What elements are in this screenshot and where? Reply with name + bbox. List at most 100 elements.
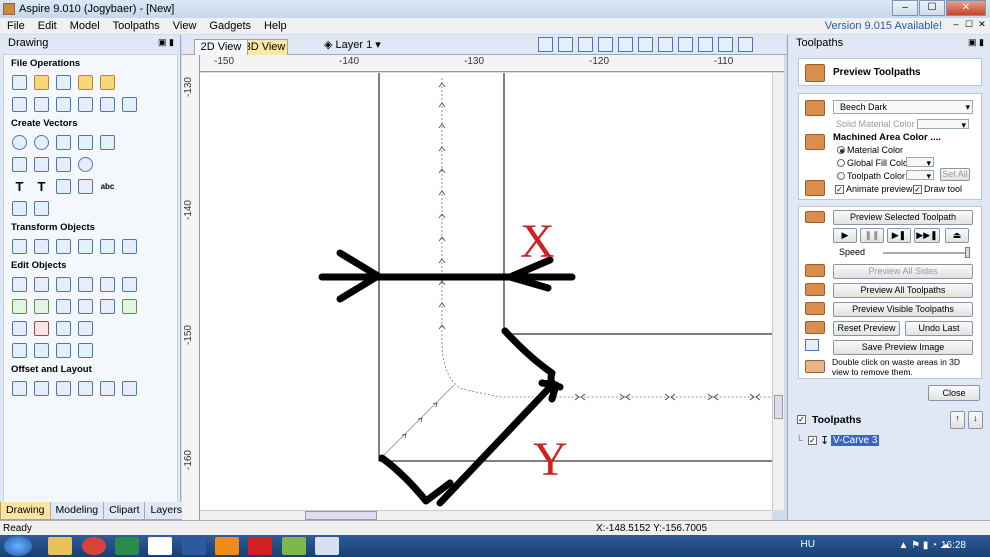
- center-icon[interactable]: [122, 238, 137, 254]
- star-icon[interactable]: [100, 134, 115, 150]
- save-preview-image-button[interactable]: Save Preview Image: [833, 340, 973, 355]
- draw-tool-checkbox[interactable]: ✓: [913, 185, 922, 194]
- horizontal-scrollbar[interactable]: [200, 510, 772, 520]
- copy-icon[interactable]: [56, 96, 71, 112]
- menu-file[interactable]: File: [0, 20, 31, 32]
- close-button[interactable]: ✕: [946, 0, 986, 16]
- ellipse-icon[interactable]: [34, 134, 49, 150]
- move-up-icon[interactable]: ↑: [950, 411, 965, 429]
- interactive-transform-icon[interactable]: [78, 276, 93, 292]
- menu-help[interactable]: Help: [257, 20, 293, 32]
- text-on-curve-icon[interactable]: T: [34, 179, 49, 194]
- delete-icon[interactable]: [100, 276, 115, 292]
- play-button[interactable]: ▶: [833, 228, 857, 243]
- preview-selected-toolpath-button[interactable]: Preview Selected Toolpath: [833, 210, 973, 225]
- curve-fit-icon[interactable]: [78, 320, 93, 336]
- save-icon[interactable]: [182, 537, 206, 555]
- fillet-icon[interactable]: [12, 320, 27, 336]
- weld-icon[interactable]: [12, 298, 27, 314]
- grid-snap-icon[interactable]: [558, 37, 573, 52]
- material-select[interactable]: Beech Dark: [833, 100, 973, 114]
- global-fill-color-select[interactable]: [906, 157, 934, 169]
- tab-2d-view[interactable]: 2D View: [194, 39, 248, 55]
- app-icon-green[interactable]: [115, 537, 139, 555]
- curve-icon[interactable]: [56, 156, 71, 172]
- skip-to-end-button[interactable]: ▶▶❚: [914, 228, 940, 243]
- aspire-taskbar-icon[interactable]: [315, 537, 339, 555]
- close-preview-button[interactable]: Close: [928, 385, 980, 401]
- paste-icon[interactable]: [78, 96, 93, 112]
- toolpath-color-radio[interactable]: [837, 172, 845, 180]
- undo-last-button[interactable]: Undo Last: [905, 321, 973, 336]
- zoom-out-icon[interactable]: [658, 37, 673, 52]
- draw-tool-icon[interactable]: [122, 276, 137, 292]
- menu-model[interactable]: Model: [63, 20, 106, 32]
- array-copy-icon[interactable]: [34, 380, 49, 396]
- cut-icon[interactable]: [34, 96, 49, 112]
- vertical-scrollbar[interactable]: [772, 73, 784, 510]
- pin-icon[interactable]: ▣ ▮: [968, 37, 984, 48]
- menu-edit[interactable]: Edit: [31, 20, 63, 32]
- tab-clipart[interactable]: Clipart: [103, 502, 146, 520]
- chrome-icon[interactable]: [82, 537, 106, 555]
- green-app-icon[interactable]: [282, 537, 306, 555]
- import-vectors-icon[interactable]: [78, 74, 93, 90]
- preview-all-sides-button[interactable]: Preview All Sides: [833, 264, 973, 279]
- mdi-close-button[interactable]: ✕: [976, 19, 988, 31]
- preview-all-toolpaths-button[interactable]: Preview All Toolpaths: [833, 283, 973, 298]
- set-all-button[interactable]: Set All: [940, 168, 970, 181]
- speed-slider[interactable]: [883, 252, 969, 254]
- job-setup-icon[interactable]: [12, 96, 27, 112]
- join-icon[interactable]: [122, 298, 137, 314]
- scale-icon[interactable]: [34, 238, 49, 254]
- layer-selector[interactable]: ◈ Layer 1 ▾: [324, 38, 381, 51]
- drawing-canvas[interactable]: X Y: [200, 73, 772, 510]
- tab-modeling[interactable]: Modeling: [49, 502, 105, 520]
- arc-icon[interactable]: [34, 156, 49, 172]
- toolpath-color-select[interactable]: [906, 170, 934, 182]
- step-button[interactable]: ▶❚: [887, 228, 911, 243]
- node-edit-icon[interactable]: [34, 276, 49, 292]
- dogbone-icon[interactable]: [56, 342, 71, 358]
- toolpaths-all-checkbox[interactable]: ✓: [797, 415, 806, 424]
- toolpath-visible-checkbox[interactable]: ✓: [808, 436, 817, 445]
- auto-layout-text-icon[interactable]: [78, 178, 93, 194]
- pin-icon[interactable]: ▣ ▮: [158, 37, 174, 48]
- mdi-restore-button[interactable]: ☐: [963, 19, 975, 31]
- chamfer-icon[interactable]: [34, 320, 49, 336]
- split-icon[interactable]: [100, 298, 115, 314]
- grid-icon[interactable]: [578, 37, 593, 52]
- smooth-icon[interactable]: [34, 342, 49, 358]
- select-icon[interactable]: [12, 276, 27, 292]
- polyline-icon[interactable]: [12, 156, 27, 172]
- undo-icon[interactable]: [100, 96, 115, 112]
- transform-icon[interactable]: [56, 276, 71, 292]
- rotate-icon[interactable]: [56, 238, 71, 254]
- mdi-minimize-button[interactable]: –: [950, 19, 962, 31]
- tab-drawing[interactable]: Drawing: [0, 502, 51, 520]
- dimensions-icon[interactable]: [34, 200, 49, 216]
- explorer-icon[interactable]: [48, 537, 72, 555]
- intersect-icon[interactable]: [56, 298, 71, 314]
- menu-toolpaths[interactable]: Toolpaths: [106, 20, 166, 32]
- document-icon[interactable]: [148, 537, 172, 555]
- polygon-icon[interactable]: [78, 134, 93, 150]
- move-icon[interactable]: [12, 238, 27, 254]
- dimension-icon[interactable]: abc: [100, 179, 115, 194]
- tile-view-icon[interactable]: [738, 37, 753, 52]
- spiral-icon[interactable]: [78, 156, 93, 172]
- zoom-extents-icon[interactable]: [638, 37, 653, 52]
- trace-bitmap-icon[interactable]: [12, 200, 27, 216]
- circle-icon[interactable]: [12, 134, 27, 150]
- minimize-button[interactable]: –: [892, 0, 918, 16]
- import-bitmap-icon[interactable]: [100, 74, 115, 90]
- material-color-radio[interactable]: [837, 146, 845, 154]
- new-file-icon[interactable]: [12, 74, 27, 90]
- save-file-icon[interactable]: [56, 74, 71, 90]
- menu-view[interactable]: View: [166, 20, 203, 32]
- zoom-box-icon[interactable]: [618, 37, 633, 52]
- toggle-vectors-icon[interactable]: [678, 37, 693, 52]
- trim-icon[interactable]: [78, 298, 93, 314]
- open-file-icon[interactable]: [34, 74, 49, 90]
- horizontal-scroll-thumb[interactable]: [305, 511, 377, 520]
